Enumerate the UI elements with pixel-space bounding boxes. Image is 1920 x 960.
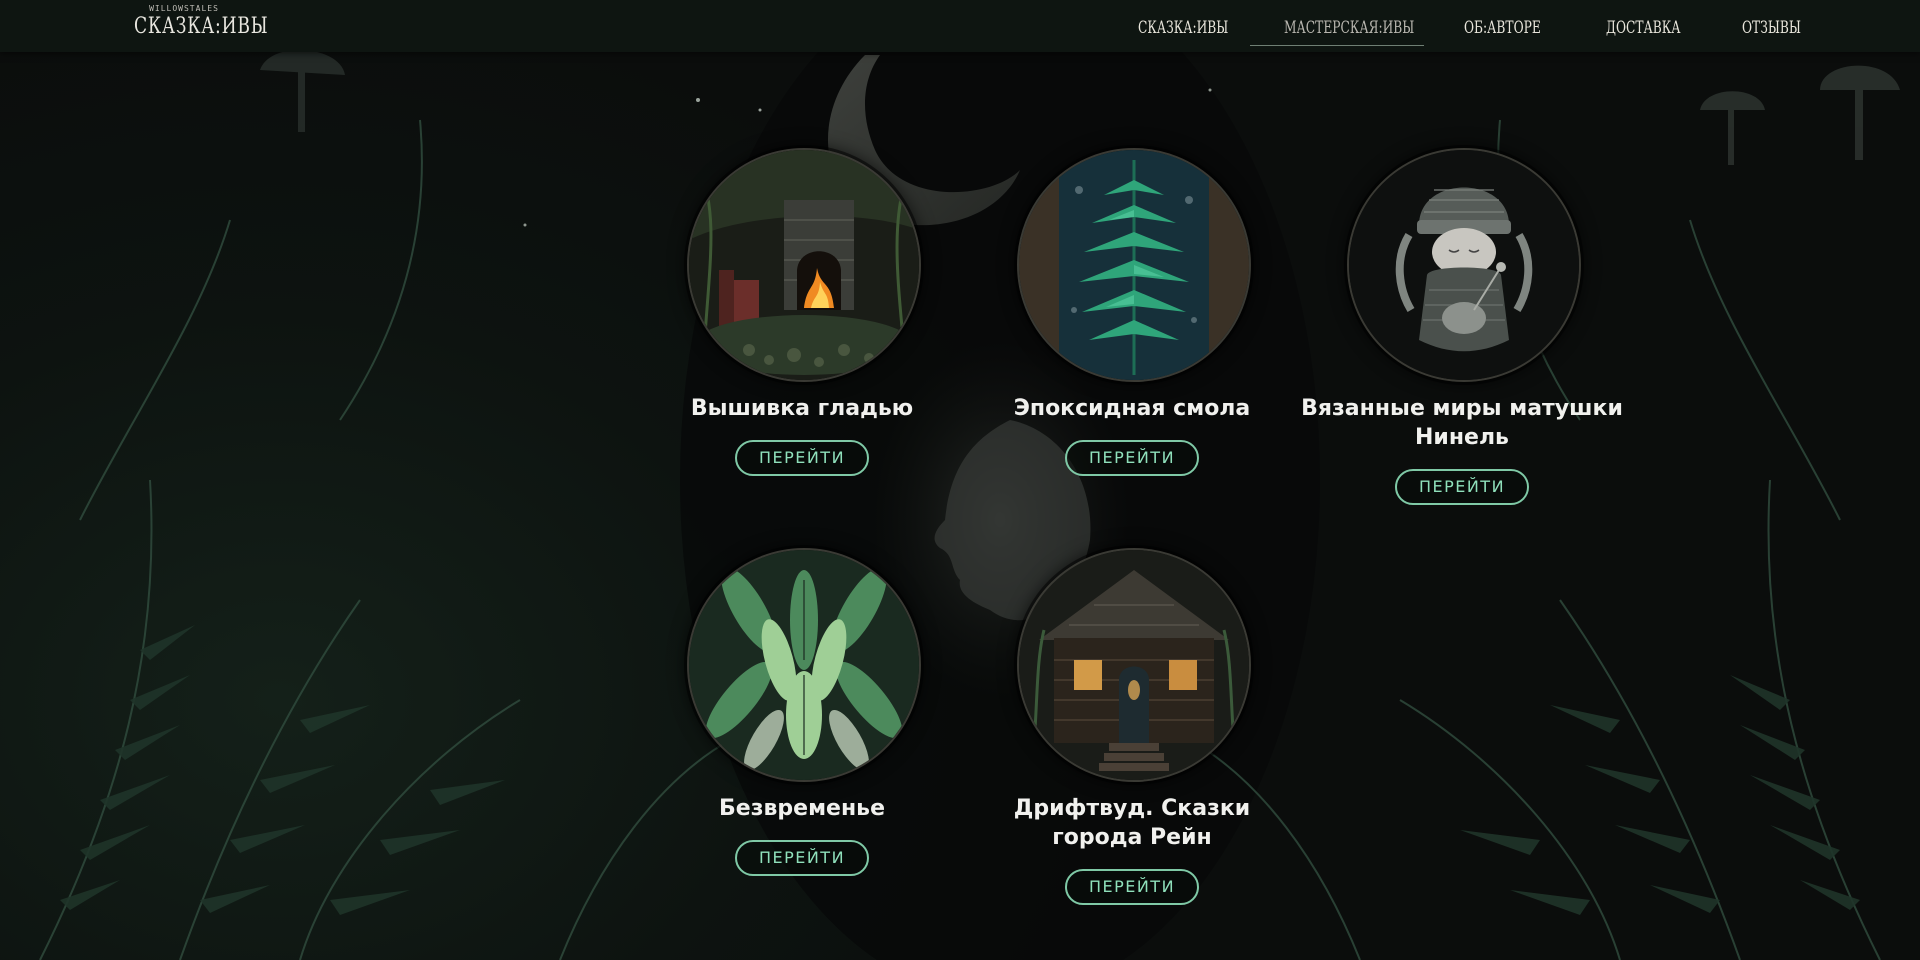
workshop-image-hut[interactable] [1017, 548, 1251, 782]
go-button[interactable]: ПЕРЕЙТИ [735, 840, 869, 876]
workshop-card: Эпоксидная смола ПЕРЕЙТИ [967, 148, 1297, 488]
nav-item-masterskaya-ivy[interactable]: МАСТЕРСКАЯ:ИВЫ [1284, 18, 1414, 46]
logo-title: СКАЗКА:ИВЫ [134, 14, 269, 39]
nav-item-dostavka[interactable]: ДОСТАВКА [1606, 18, 1681, 46]
workshop-card: Безвременье ПЕРЕЙТИ [637, 548, 967, 888]
page: WILLOWSTALES СКАЗКА:ИВЫ СКАЗКА:ИВЫ МАСТЕ… [0, 0, 1920, 960]
go-button[interactable]: ПЕРЕЙТИ [735, 440, 869, 476]
workshop-title: Эпоксидная смола [1013, 396, 1251, 421]
workshop-title: Безвременье [719, 796, 885, 821]
workshop-title: Вязанные миры матушки Нинель [1301, 396, 1623, 450]
workshop-card: Дрифтвуд. Сказки города Рейн ПЕРЕЙТИ [967, 548, 1297, 918]
workshop-image-embroidery[interactable] [687, 148, 921, 382]
workshop-card: Вышивка гладью ПЕРЕЙТИ [637, 148, 967, 488]
nav-item-otzyvy[interactable]: ОТЗЫВЫ [1742, 18, 1801, 46]
workshop-title: Вышивка гладью [690, 396, 914, 421]
go-button[interactable]: ПЕРЕЙТИ [1065, 869, 1199, 905]
workshop-title: Дрифтвуд. Сказки города Рейн [1013, 796, 1251, 850]
top-navbar: WILLOWSTALES СКАЗКА:ИВЫ СКАЗКА:ИВЫ МАСТЕ… [0, 0, 1920, 52]
workshop-image-leaves[interactable] [687, 548, 921, 782]
logo-subtitle: WILLOWSTALES [149, 4, 219, 13]
workshop-image-epoxy[interactable] [1017, 148, 1251, 382]
nav-item-skazka-ivy[interactable]: СКАЗКА:ИВЫ [1138, 18, 1228, 46]
workshop-card: Вязанные миры матушки Нинель ПЕРЕЙТИ [1297, 148, 1627, 518]
nav-item-ob-avtore[interactable]: ОБ:АВТОРЕ [1464, 18, 1541, 46]
workshop-image-knitted[interactable] [1347, 148, 1581, 382]
go-button[interactable]: ПЕРЕЙТИ [1395, 469, 1529, 505]
go-button[interactable]: ПЕРЕЙТИ [1065, 440, 1199, 476]
site-logo[interactable]: WILLOWSTALES СКАЗКА:ИВЫ [134, 0, 269, 46]
active-nav-underline [1250, 45, 1424, 46]
